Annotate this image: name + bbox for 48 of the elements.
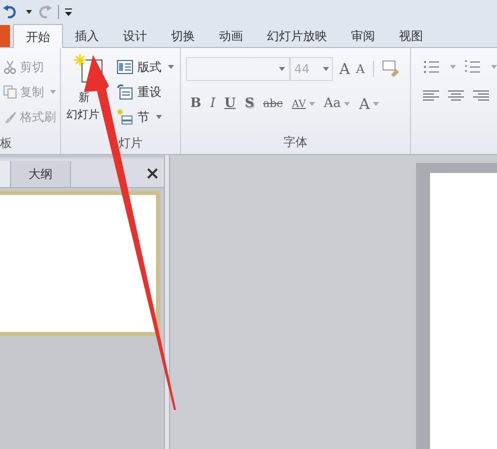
align-center-icon[interactable] xyxy=(448,90,464,102)
customize-icon[interactable] xyxy=(65,8,72,16)
ribbon-tab[interactable]: 切换 xyxy=(159,24,207,47)
ribbon-tab[interactable]: 幻灯片放映 xyxy=(255,24,339,47)
caret-icon xyxy=(450,65,456,69)
format-button[interactable]: abc xyxy=(263,96,283,112)
slide-option[interactable]: 版式 xyxy=(117,58,174,75)
shrink-font-button[interactable]: A xyxy=(356,60,365,78)
close-icon[interactable] xyxy=(147,168,158,179)
slide-canvas[interactable] xyxy=(416,163,497,449)
bullet-list-icon[interactable] xyxy=(423,60,439,74)
caret-icon xyxy=(491,65,497,69)
slide-thumbnail[interactable] xyxy=(0,191,160,336)
ribbon-tab[interactable]: 动画 xyxy=(207,24,255,47)
format-button[interactable]: A xyxy=(358,92,379,116)
ribbon-tab[interactable]: 审阅 xyxy=(339,24,387,47)
caret-icon xyxy=(26,10,32,14)
format-button[interactable]: Aa xyxy=(324,94,350,114)
align-right-icon[interactable] xyxy=(473,90,489,102)
group-label: 板 xyxy=(0,135,13,152)
ribbon-tab[interactable]: 设计 xyxy=(111,24,159,47)
numbered-list-icon[interactable] xyxy=(464,60,480,74)
group-label: 字体 xyxy=(284,134,308,151)
group-label: 灯片 xyxy=(118,135,142,152)
align-left-icon[interactable] xyxy=(423,90,439,102)
format-button[interactable]: AV xyxy=(292,96,315,112)
reset-icon xyxy=(117,84,134,100)
font-name-field[interactable] xyxy=(186,57,290,81)
clear-format-icon[interactable] xyxy=(382,60,400,78)
scissors-icon xyxy=(3,60,17,74)
caret-icon xyxy=(279,67,286,71)
format-button[interactable]: B xyxy=(190,94,202,114)
ribbon-tab[interactable]: 插入 xyxy=(63,24,111,47)
ribbon-tab[interactable]: 开始 xyxy=(13,24,63,48)
section-icon xyxy=(117,108,134,124)
format-button[interactable]: S xyxy=(244,94,254,114)
ribbon-tab[interactable]: 视图 xyxy=(387,24,435,47)
caret-icon xyxy=(323,67,330,71)
format-button[interactable]: I xyxy=(210,94,216,114)
copy-icon xyxy=(3,84,17,98)
pane-tab[interactable]: 大纲 xyxy=(11,161,71,187)
undo-icon[interactable] xyxy=(3,5,17,19)
layout-icon xyxy=(117,60,134,74)
slide-option[interactable]: 节 xyxy=(117,108,174,125)
brush-icon xyxy=(3,110,17,124)
grow-font-button[interactable]: A xyxy=(339,58,350,80)
format-button[interactable]: U xyxy=(224,94,236,114)
slide-option[interactable]: 重设 xyxy=(117,83,174,100)
